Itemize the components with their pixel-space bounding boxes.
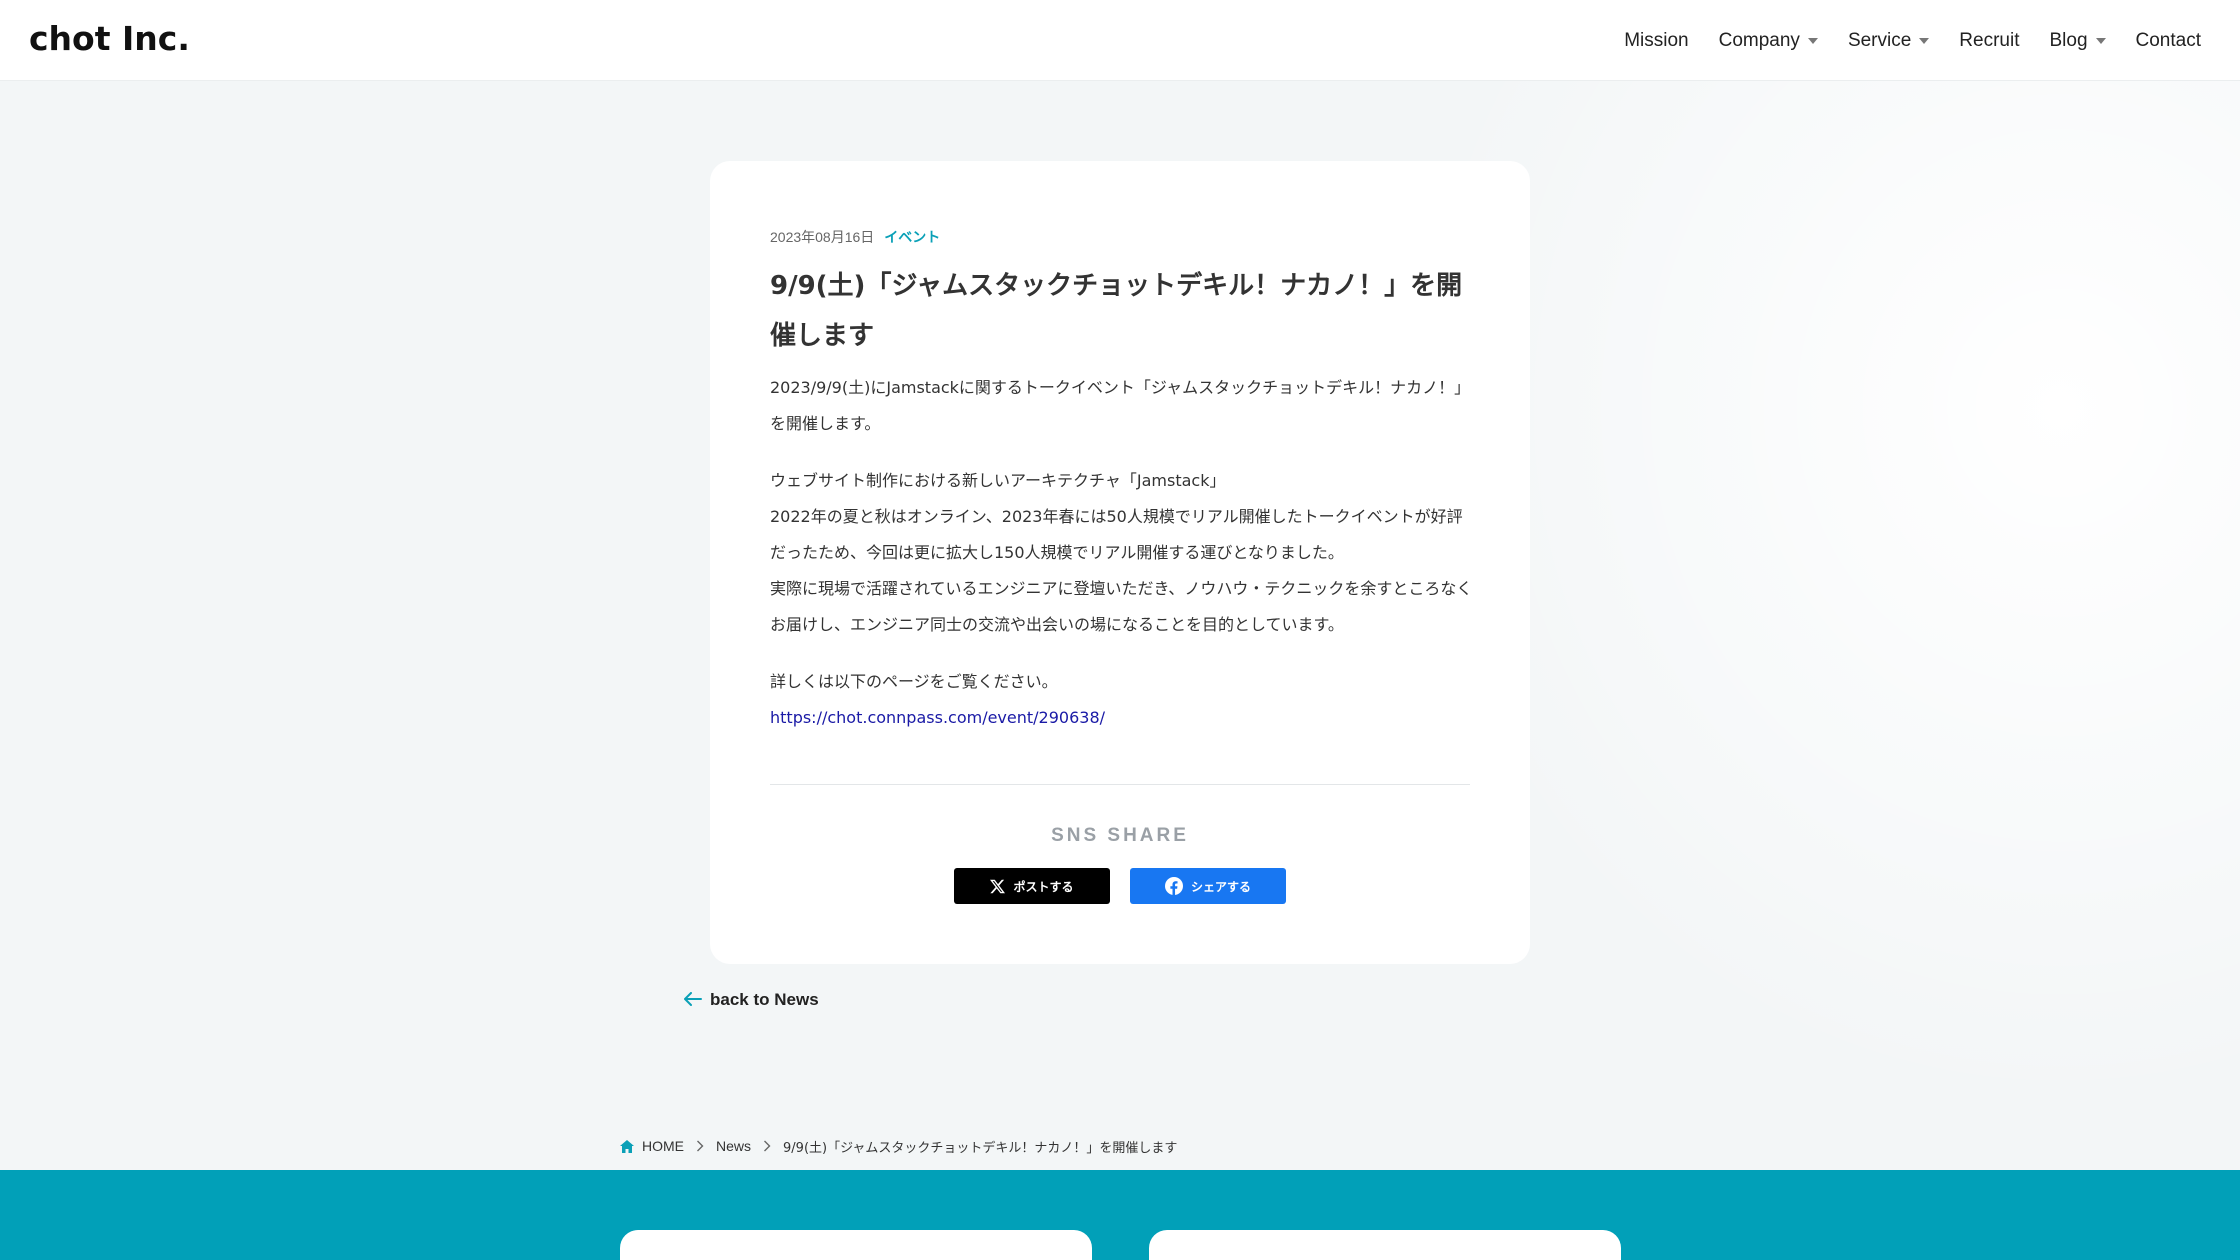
post-date: 2023年08月16日 [770, 229, 875, 245]
sns-share-heading: SNS SHARE [1051, 825, 1189, 846]
paragraph-details: ウェブサイト制作における新しいアーキテクチャ「Jamstack」 2022年の夏… [770, 471, 1473, 634]
article-meta: 2023年08月16日 イベント [770, 227, 940, 247]
chevron-right-icon [696, 1140, 704, 1152]
site-logo[interactable]: chot Inc. [29, 19, 190, 58]
facebook-icon [1164, 877, 1183, 895]
share-facebook-label: シェアする [1190, 879, 1251, 894]
footer-card-left[interactable] [620, 1230, 1092, 1260]
nav-label: Mission [1624, 29, 1689, 51]
caret-down-icon [1807, 37, 1818, 44]
arrow-left-icon [684, 991, 702, 1010]
back-to-news-link[interactable]: back to News [684, 990, 819, 1010]
more-info-text: 詳しくは以下のページをご覧ください。 [770, 672, 1058, 691]
x-logo-icon [990, 879, 1006, 894]
nav-label: Blog [2049, 29, 2088, 51]
nav-label: Contact [2135, 29, 2201, 51]
nav-item-mission[interactable]: Mission [1624, 30, 1688, 52]
event-link[interactable]: https://chot.connpass.com/event/290638/ [770, 708, 1105, 727]
nav-item-blog[interactable]: Blog [2049, 29, 2106, 52]
share-x-button[interactable]: ポストする [954, 868, 1110, 904]
article-card: 2023年08月16日 イベント 9/9(土)「ジャムスタックチョットデキル！ナ… [710, 161, 1530, 964]
paragraph-more: 詳しくは以下のページをご覧ください。 https://chot.connpass… [770, 664, 1475, 736]
share-x-label: ポストする [1013, 879, 1074, 894]
caret-down-icon [2095, 37, 2106, 44]
paragraph-intro: 2023/9/9(土)にJamstackに関するトークイベント「ジャムスタックチ… [770, 378, 1471, 433]
breadcrumb-home-label: HOME [642, 1138, 684, 1154]
home-icon [620, 1139, 634, 1153]
nav-item-service[interactable]: Service [1847, 29, 1930, 52]
nav-label: Recruit [1959, 29, 2020, 51]
nav-item-company[interactable]: Company [1719, 30, 1818, 52]
share-facebook-button[interactable]: シェアする [1130, 868, 1286, 904]
breadcrumb-news[interactable]: News [716, 1138, 751, 1154]
site-header: chot Inc. Mission Company Service Recrui… [0, 0, 2240, 81]
chevron-right-icon [763, 1140, 771, 1152]
breadcrumb: HOME News 9/9(土)「ジャムスタックチョットデキル！ナカノ！」を開催… [620, 1135, 1177, 1157]
breadcrumb-home[interactable]: HOME [620, 1138, 684, 1154]
nav-label: Service [1847, 29, 1912, 51]
back-to-news-label: back to News [710, 990, 819, 1009]
caret-down-icon [1919, 37, 1930, 44]
footer-card-right[interactable] [1149, 1230, 1621, 1260]
post-category[interactable]: イベント [884, 227, 940, 247]
divider [770, 784, 1470, 785]
nav-label: Company [1718, 29, 1800, 51]
nav-item-contact[interactable]: Contact [2136, 30, 2201, 52]
footer-band [0, 1170, 2240, 1260]
global-nav: Mission Company Service Recruit Blog Con… [1594, 0, 2201, 81]
nav-item-recruit[interactable]: Recruit [1959, 30, 2019, 52]
breadcrumb-current: 9/9(土)「ジャムスタックチョットデキル！ナカノ！」を開催します [783, 1140, 1178, 1156]
article-body: 2023/9/9(土)にJamstackに関するトークイベント「ジャムスタックチ… [770, 370, 1475, 757]
page-title: 9/9(土)「ジャムスタックチョットデキル！ナカノ！」を開催します [770, 271, 1463, 351]
